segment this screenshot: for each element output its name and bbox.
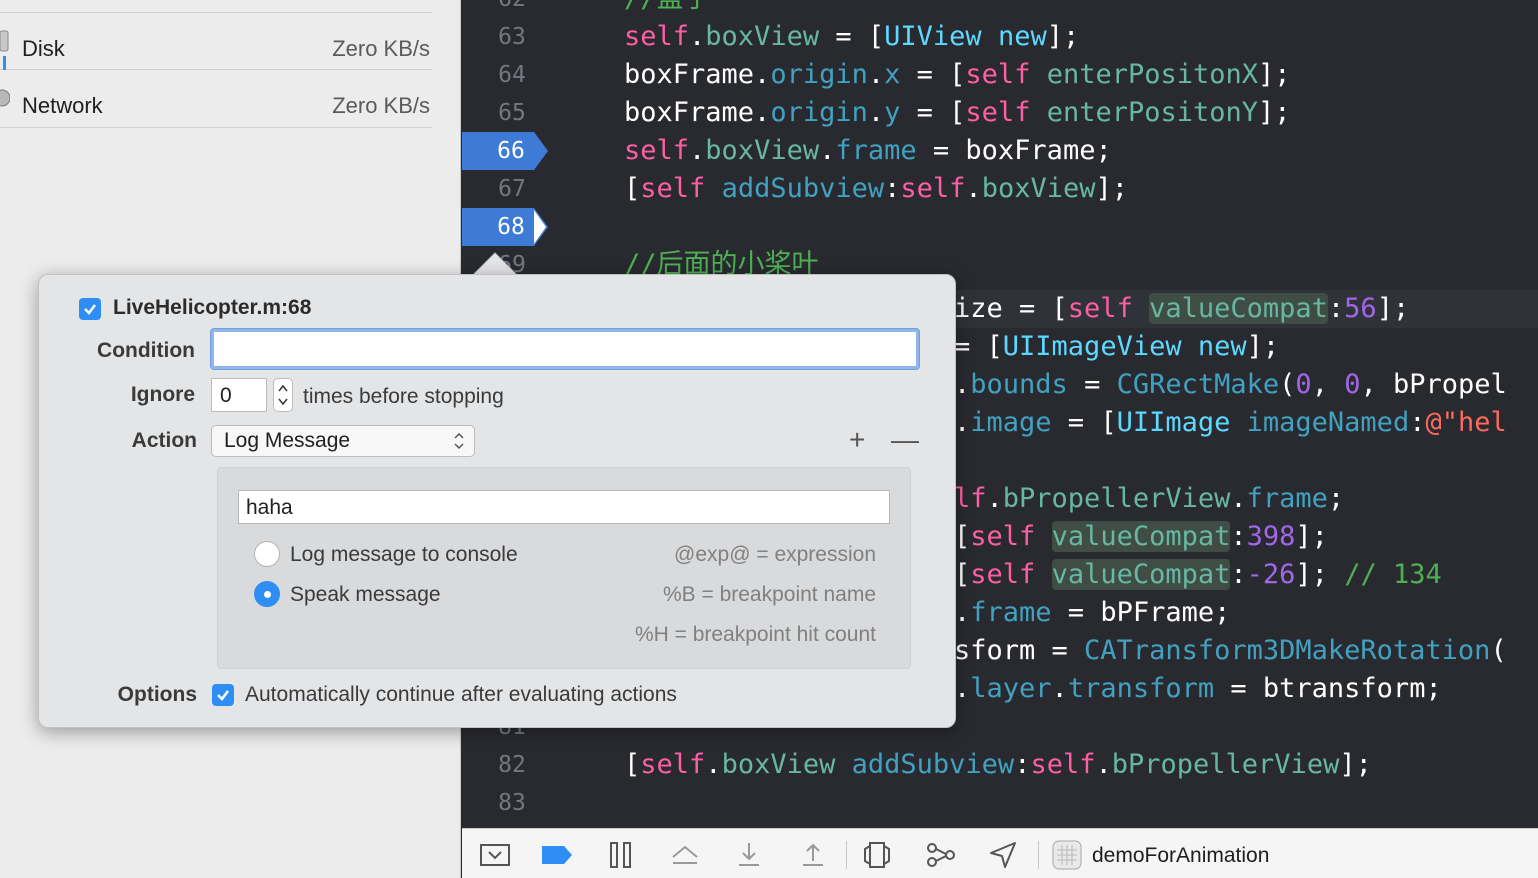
gauge-name: Disk bbox=[22, 36, 65, 61]
hint-breakpoint-name: %B = breakpoint name bbox=[662, 583, 876, 606]
code-line: .layer.transform = btransform; bbox=[954, 673, 1442, 704]
code-line: self.boxView.frame = boxFrame; bbox=[624, 135, 1112, 166]
log-to-console-radio[interactable] bbox=[254, 541, 280, 567]
ignore-count-input[interactable]: 0 bbox=[211, 378, 267, 412]
memory-graph-button[interactable] bbox=[924, 839, 958, 871]
code-line: lf.bPropellerView.frame; bbox=[954, 483, 1345, 514]
gauge-name: Network bbox=[22, 93, 103, 118]
toolbar-divider bbox=[1038, 841, 1039, 869]
code-line: //盒子 bbox=[624, 0, 711, 18]
disk-icon bbox=[0, 30, 9, 52]
pause-icon bbox=[610, 842, 631, 868]
gauge-value: Zero KB/s bbox=[332, 36, 430, 61]
options-label: Options bbox=[117, 683, 197, 706]
code-line: [self valueCompat:-26]; // 134 bbox=[954, 559, 1442, 590]
code-line: sform = CATransform3DMakeRotation( bbox=[954, 635, 1507, 666]
ignore-label: Ignore bbox=[130, 383, 195, 406]
hint-expression: @exp@ = expression bbox=[674, 543, 876, 566]
code-line: [self valueCompat:398]; bbox=[954, 521, 1328, 552]
popup-arrows-icon bbox=[454, 432, 464, 450]
network-icon bbox=[0, 89, 10, 107]
breakpoints-toggle-button[interactable] bbox=[540, 839, 574, 871]
hide-debug-area-button[interactable] bbox=[478, 839, 512, 871]
debug-bar: demoForAnimation bbox=[462, 828, 1538, 878]
code-line: .image = [UIImage imageNamed:@"hel bbox=[954, 407, 1507, 438]
stepper-arrows-icon bbox=[278, 384, 288, 406]
checkmark-icon bbox=[84, 304, 96, 315]
breakpoint-title: LiveHelicopter.m:68 bbox=[113, 296, 312, 319]
condition-label: Condition bbox=[97, 339, 195, 362]
action-label: Action bbox=[131, 429, 197, 452]
log-to-console-label[interactable]: Log message to console bbox=[290, 543, 518, 567]
action-type-select[interactable]: Log Message bbox=[211, 425, 475, 457]
speak-message-label[interactable]: Speak message bbox=[290, 583, 441, 607]
action-settings-box: haha Log message to console Speak messag… bbox=[217, 467, 911, 669]
line-number: 64 bbox=[498, 62, 526, 88]
remove-action-button[interactable]: — bbox=[891, 425, 919, 455]
line-number: 82 bbox=[498, 752, 526, 778]
line-number: 67 bbox=[498, 176, 526, 202]
code-line: = [UIImageView new]; bbox=[954, 331, 1280, 362]
scheme-app-icon bbox=[1050, 839, 1084, 871]
log-message-input[interactable]: haha bbox=[238, 490, 890, 524]
ignore-count-stepper[interactable] bbox=[273, 378, 293, 412]
step-into-icon bbox=[739, 843, 759, 866]
breakpoint-editor-popover: LiveHelicopter.m:68 Condition Ignore 0 t… bbox=[38, 274, 956, 728]
breakpoint-marker[interactable]: 66 bbox=[462, 132, 548, 170]
code-line: [self.boxView addSubview:self.bPropeller… bbox=[624, 749, 1372, 780]
simulate-location-button[interactable] bbox=[986, 839, 1020, 871]
gauge-disk[interactable]: Disk Zero KB/s bbox=[0, 12, 432, 70]
code-line: .frame = bPFrame; bbox=[954, 597, 1231, 628]
breakpoints-toggle-icon bbox=[542, 846, 572, 864]
auto-continue-label[interactable]: Automatically continue after evaluating … bbox=[245, 683, 677, 707]
memory-graph-icon bbox=[927, 843, 955, 867]
line-number: 65 bbox=[498, 100, 526, 126]
hint-hit-count: %H = breakpoint hit count bbox=[634, 623, 876, 646]
scheme-label[interactable]: demoForAnimation bbox=[1092, 844, 1269, 868]
hide-debug-area-icon bbox=[480, 844, 510, 866]
gauge-network[interactable]: Network Zero KB/s bbox=[0, 70, 432, 128]
line-number: 62 bbox=[462, 0, 550, 18]
line-number: 66 bbox=[497, 138, 525, 164]
code-line: .bounds = CGRectMake(0, 0, bPropel bbox=[954, 369, 1507, 400]
step-over-button[interactable] bbox=[668, 839, 702, 871]
step-into-button[interactable] bbox=[732, 839, 766, 871]
speak-message-radio[interactable] bbox=[254, 581, 280, 607]
line-number: 63 bbox=[498, 24, 526, 50]
gauge-value: Zero KB/s bbox=[332, 93, 430, 118]
checkmark-icon bbox=[217, 690, 229, 701]
view-hierarchy-icon bbox=[864, 842, 890, 868]
breakpoint-enabled-checkbox[interactable] bbox=[79, 298, 101, 320]
step-out-icon bbox=[803, 843, 823, 866]
popover-arrow bbox=[472, 252, 518, 276]
code-line: boxFrame.origin.y = [self enterPositonY]… bbox=[624, 97, 1291, 128]
breakpoint-marker[interactable]: 68 bbox=[462, 208, 548, 246]
add-action-button[interactable]: + bbox=[849, 425, 865, 455]
code-line: [self addSubview:self.boxView]; bbox=[624, 173, 1128, 204]
pause-button[interactable] bbox=[604, 839, 638, 871]
line-number: 83 bbox=[498, 790, 526, 816]
line-number: 68 bbox=[497, 214, 525, 240]
step-out-button[interactable] bbox=[796, 839, 830, 871]
step-over-icon bbox=[672, 845, 698, 864]
code-line: self.boxView = [UIView new]; bbox=[624, 21, 1080, 52]
code-line: boxFrame.origin.x = [self enterPositonX]… bbox=[624, 59, 1291, 90]
simulate-location-icon bbox=[990, 842, 1016, 868]
action-type-value: Log Message bbox=[224, 429, 351, 452]
view-hierarchy-button[interactable] bbox=[860, 839, 894, 871]
disk-gauge-bar bbox=[3, 56, 6, 70]
ignore-suffix-text: times before stopping bbox=[303, 385, 504, 408]
condition-input[interactable] bbox=[210, 328, 920, 370]
toolbar-divider bbox=[846, 841, 847, 869]
code-line: ize = [self valueCompat:56]; bbox=[954, 293, 1410, 324]
app-icon bbox=[1052, 840, 1082, 870]
auto-continue-checkbox[interactable] bbox=[212, 684, 234, 706]
